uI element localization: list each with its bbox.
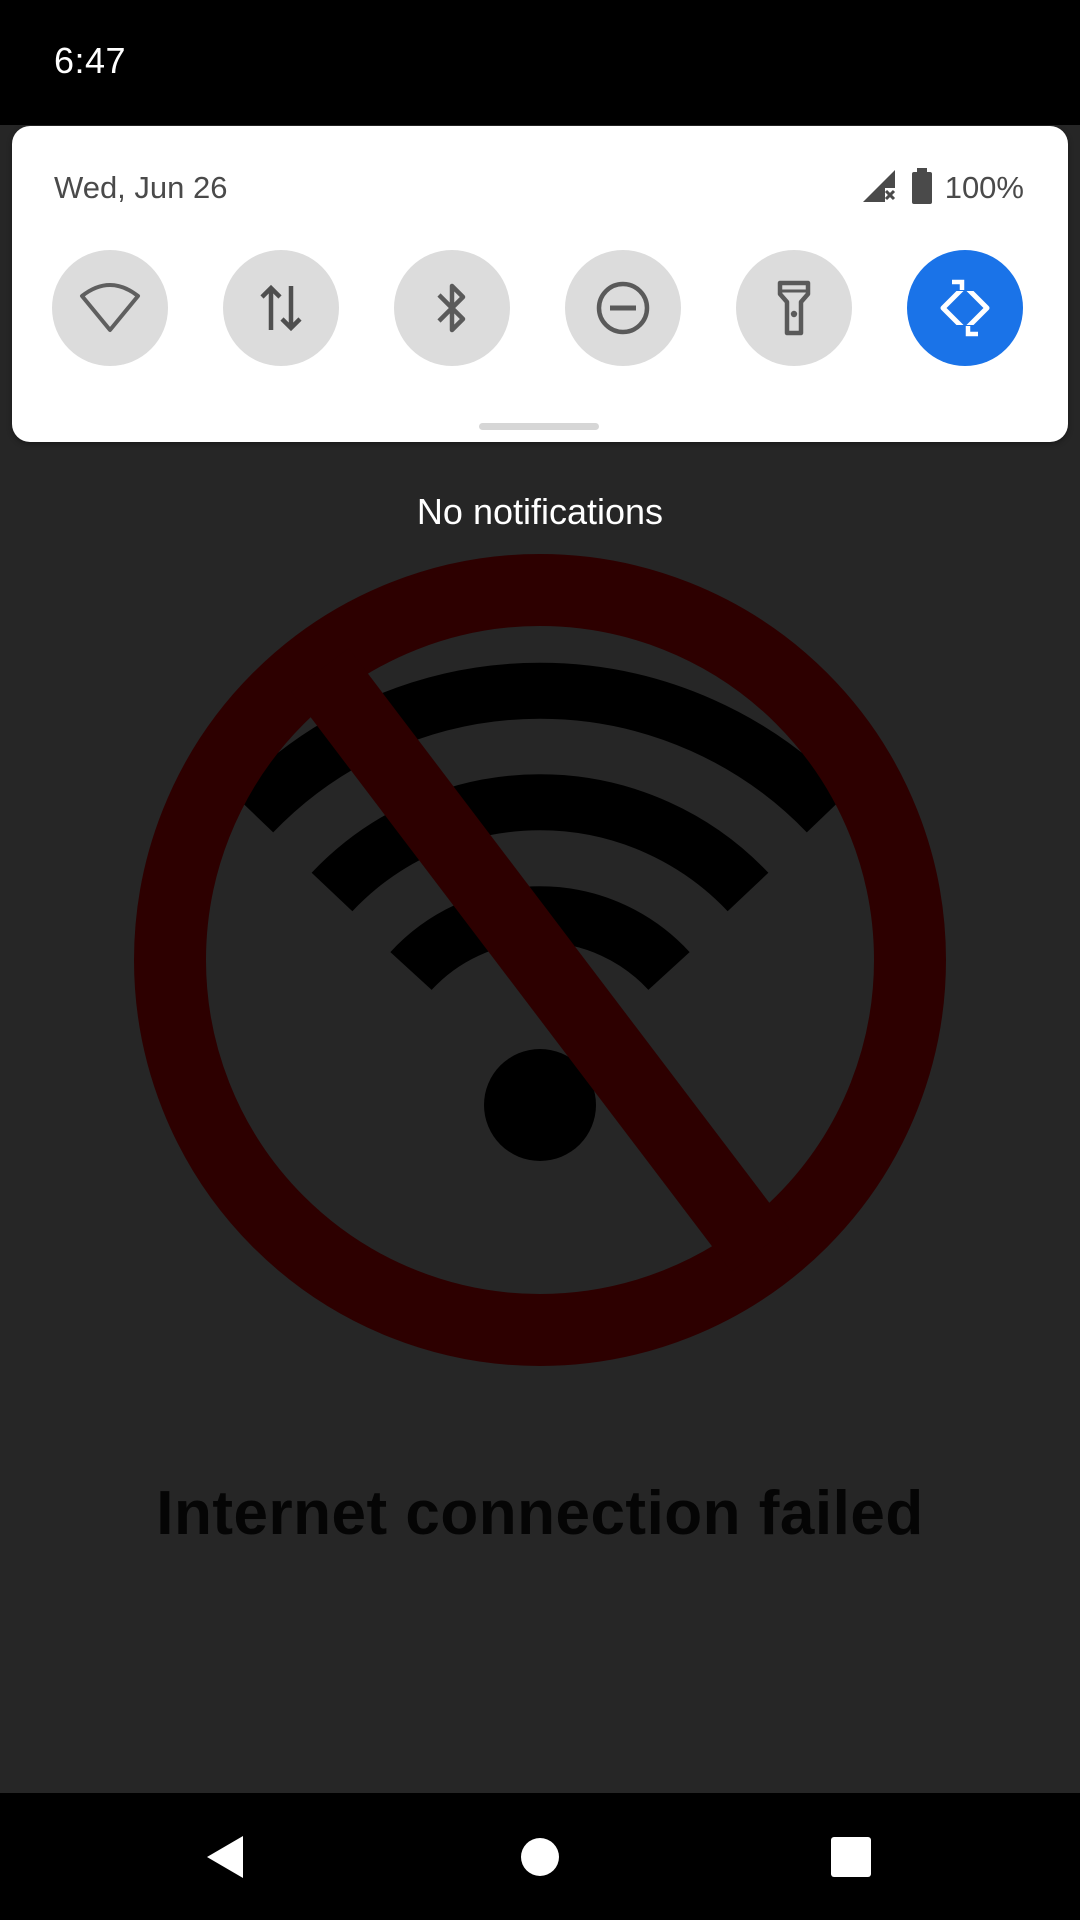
home-button[interactable]: [480, 1793, 600, 1920]
tile-bluetooth[interactable]: [394, 250, 510, 366]
back-icon: [207, 1835, 243, 1878]
expand-handle[interactable]: [479, 423, 599, 430]
battery-percent: 100%: [944, 170, 1024, 205]
flashlight-icon: [777, 280, 811, 336]
recents-icon: [831, 1836, 871, 1877]
error-message: Internet connection failed: [156, 1479, 924, 1548]
navigation-bar: [0, 1793, 1080, 1920]
tile-wifi[interactable]: [52, 250, 168, 366]
quick-settings-tiles: [52, 250, 1028, 366]
recents-button[interactable]: [791, 1793, 911, 1920]
qs-status-icons: 100%: [859, 166, 1024, 211]
bluetooth-icon: [437, 283, 466, 333]
tile-do-not-disturb[interactable]: [565, 250, 681, 366]
data-arrows-icon: [260, 284, 302, 332]
home-icon: [521, 1837, 559, 1876]
wifi-icon: [80, 283, 140, 332]
tile-mobile-data[interactable]: [223, 250, 339, 366]
qs-date[interactable]: Wed, Jun 26: [54, 170, 227, 206]
tile-flashlight[interactable]: [736, 250, 852, 366]
status-time: 6:47: [54, 40, 127, 81]
tile-auto-rotate[interactable]: [907, 250, 1023, 366]
back-button[interactable]: [165, 1793, 285, 1920]
auto-rotate-icon: [940, 275, 990, 341]
status-bar: 6:47: [0, 0, 1080, 125]
no-wifi-icon: [134, 554, 946, 1366]
dnd-icon: [596, 281, 650, 335]
battery-icon: [909, 166, 935, 211]
quick-settings-panel: Wed, Jun 26 100%: [12, 126, 1068, 442]
no-signal-icon: [859, 166, 899, 211]
